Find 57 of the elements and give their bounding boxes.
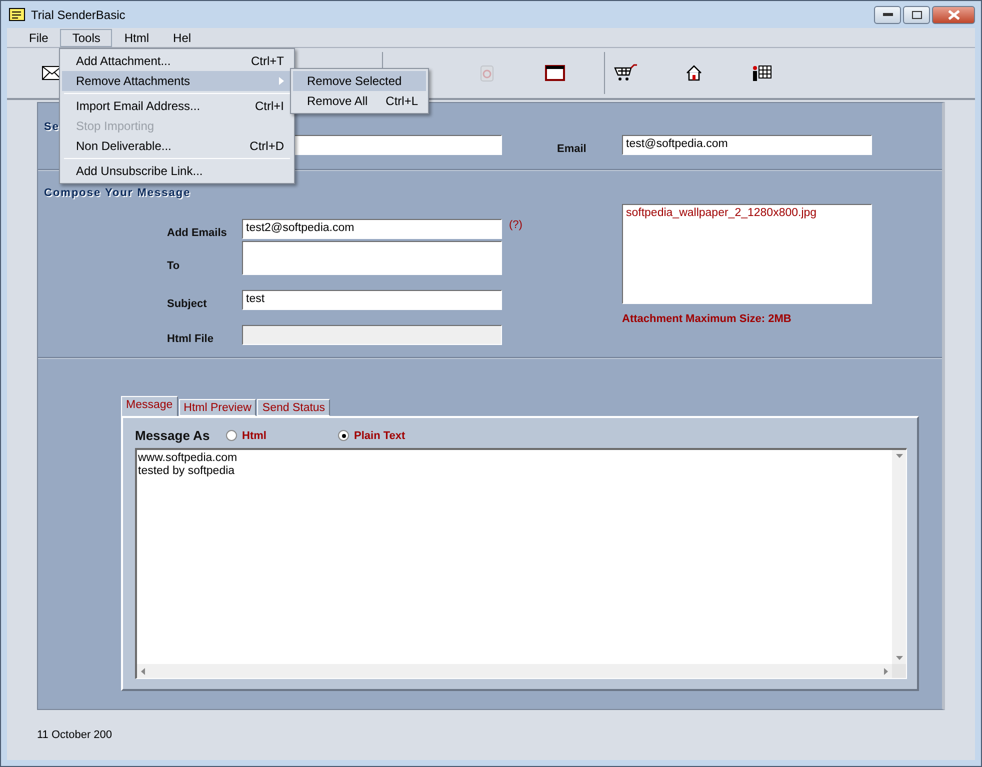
input-field[interactable] [242,241,502,275]
tab[interactable]: Html Preview [178,399,256,416]
window-title: Trial SenderBasic [31,8,126,22]
submenu-arrow-icon [279,77,284,85]
menu-entry[interactable]: Import Email Address... Ctrl+I [62,96,292,116]
field-label: Email [557,142,588,155]
scroll-arrow-icon[interactable] [884,668,888,674]
radio-button[interactable] [226,430,237,441]
people-grid-icon [752,64,772,82]
minimize-icon [882,12,892,16]
attachment-list[interactable]: softpedia_wallpaper_2_1280x800.jpg [622,204,872,304]
scroll-arrow-icon[interactable] [141,668,145,674]
vertical-scrollbar[interactable] [892,450,906,664]
message-text-area[interactable]: www.softpedia.com tested by softpedia [135,448,907,679]
radio-label: Html [242,430,266,442]
scroll-arrow-icon[interactable] [896,656,902,660]
tab[interactable]: Message [121,396,178,416]
menu-entry[interactable]: Non Deliverable... Ctrl+D [62,136,292,156]
scroll-arrow-icon[interactable] [896,454,902,458]
radio-label: Plain Text [354,430,406,442]
maximize-icon [912,10,922,18]
envelope-icon [42,66,62,80]
field-label: Html File [167,333,214,345]
field-label: Subject [167,298,207,310]
recycle-bin-icon [480,64,494,82]
status-date: 11 October 200 [37,729,112,741]
help-link[interactable]: (?) [509,219,522,231]
input-field[interactable]: test2@softpedia.com [242,219,502,239]
app-icon [9,8,25,21]
shopping-cart-icon [614,64,638,82]
menu-item[interactable]: Hel [161,28,204,46]
input-field[interactable]: test [242,290,502,310]
close-icon [948,10,960,20]
maximize-button[interactable] [903,6,930,24]
radio-button[interactable] [338,430,349,441]
minimize-button[interactable] [874,6,901,24]
close-button[interactable] [932,6,975,24]
window-icon [545,65,565,81]
field-label: Add Emails [167,227,227,239]
menu-entry[interactable]: Remove All Ctrl+L [293,91,426,111]
menu-entry[interactable]: Add Unsubscribe Link... [62,161,292,181]
scrollbar-corner [892,664,906,678]
menu-entry[interactable]: Add Attachment... Ctrl+T [62,51,292,71]
horizontal-scrollbar[interactable] [137,664,892,678]
attachment-note: Attachment Maximum Size: 2MB [622,313,792,325]
menu-entry[interactable]: Remove Selected [293,71,426,91]
menu-item[interactable]: File [17,28,60,46]
section-heading: Se [44,121,60,133]
email-field[interactable]: test@softpedia.com [622,135,872,155]
section-heading: Compose Your Message [44,187,191,199]
message-as-label: Message As [135,428,211,443]
menu-item[interactable]: Tools [60,28,112,46]
menu-entry[interactable]: Remove Attachments [62,71,292,91]
tab[interactable]: Send Status [257,399,330,416]
house-icon [686,65,702,81]
menu-item[interactable]: Html [112,28,162,46]
field-label: To [167,260,180,272]
